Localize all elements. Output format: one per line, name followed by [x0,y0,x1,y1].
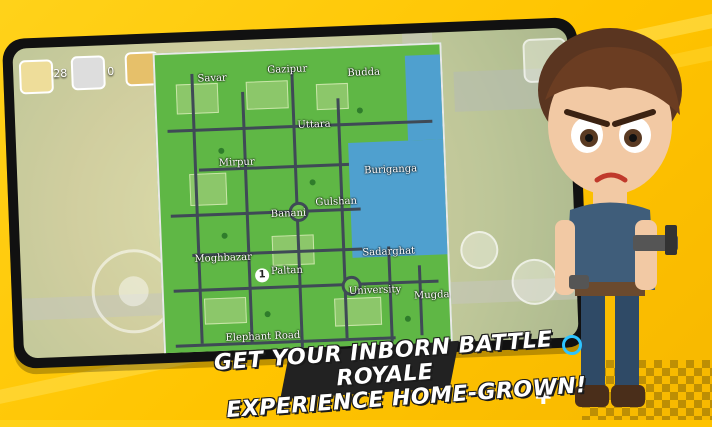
game-screen: 28 0 Savar Gazipur Budda Uttara Mirpur B… [12,27,579,359]
skull-icon [70,55,106,91]
place-uttara[interactable]: Uttara [297,119,331,131]
hud-right-count: 0 [106,64,115,79]
map-tree [264,311,271,318]
map-lot [334,296,383,327]
map-lot [245,80,289,110]
place-sadarghat[interactable]: Sadarghat [362,245,415,258]
map-road [170,207,361,218]
place-savar[interactable]: Savar [197,73,227,85]
place-gulshan[interactable]: Gulshan [315,196,357,209]
map-tree [404,315,412,322]
map-road [190,73,204,344]
joystick-knob[interactable] [118,275,150,307]
map-tree [218,147,225,154]
map-lot [315,82,349,111]
map-tree [221,232,228,239]
map-lot [175,82,219,115]
map-tree [356,107,363,114]
map-lot [203,296,247,325]
player-avatar [18,59,54,95]
place-gazipur[interactable]: Gazipur [267,63,307,76]
minimap[interactable]: Savar Gazipur Budda Uttara Mirpur Buriga… [152,42,454,359]
place-university[interactable]: University [349,284,402,297]
place-paltan[interactable]: Paltan [271,265,303,277]
place-moghbazar[interactable]: Moghbazar [194,252,252,265]
place-budda[interactable]: Budda [347,67,380,79]
map-tree [309,179,316,186]
place-mugda[interactable]: Mugda [414,289,450,301]
river-water [404,54,444,141]
place-banani[interactable]: Banani [271,208,307,220]
river-water [348,139,448,258]
place-mirpur[interactable]: Mirpur [219,157,255,169]
player-marker-icon: 1 [254,268,270,283]
phone-frame: 28 0 Savar Gazipur Budda Uttara Mirpur B… [1,17,590,369]
place-buriganga[interactable]: Buriganga [364,163,417,176]
hud-left-count: 28 [52,66,68,81]
